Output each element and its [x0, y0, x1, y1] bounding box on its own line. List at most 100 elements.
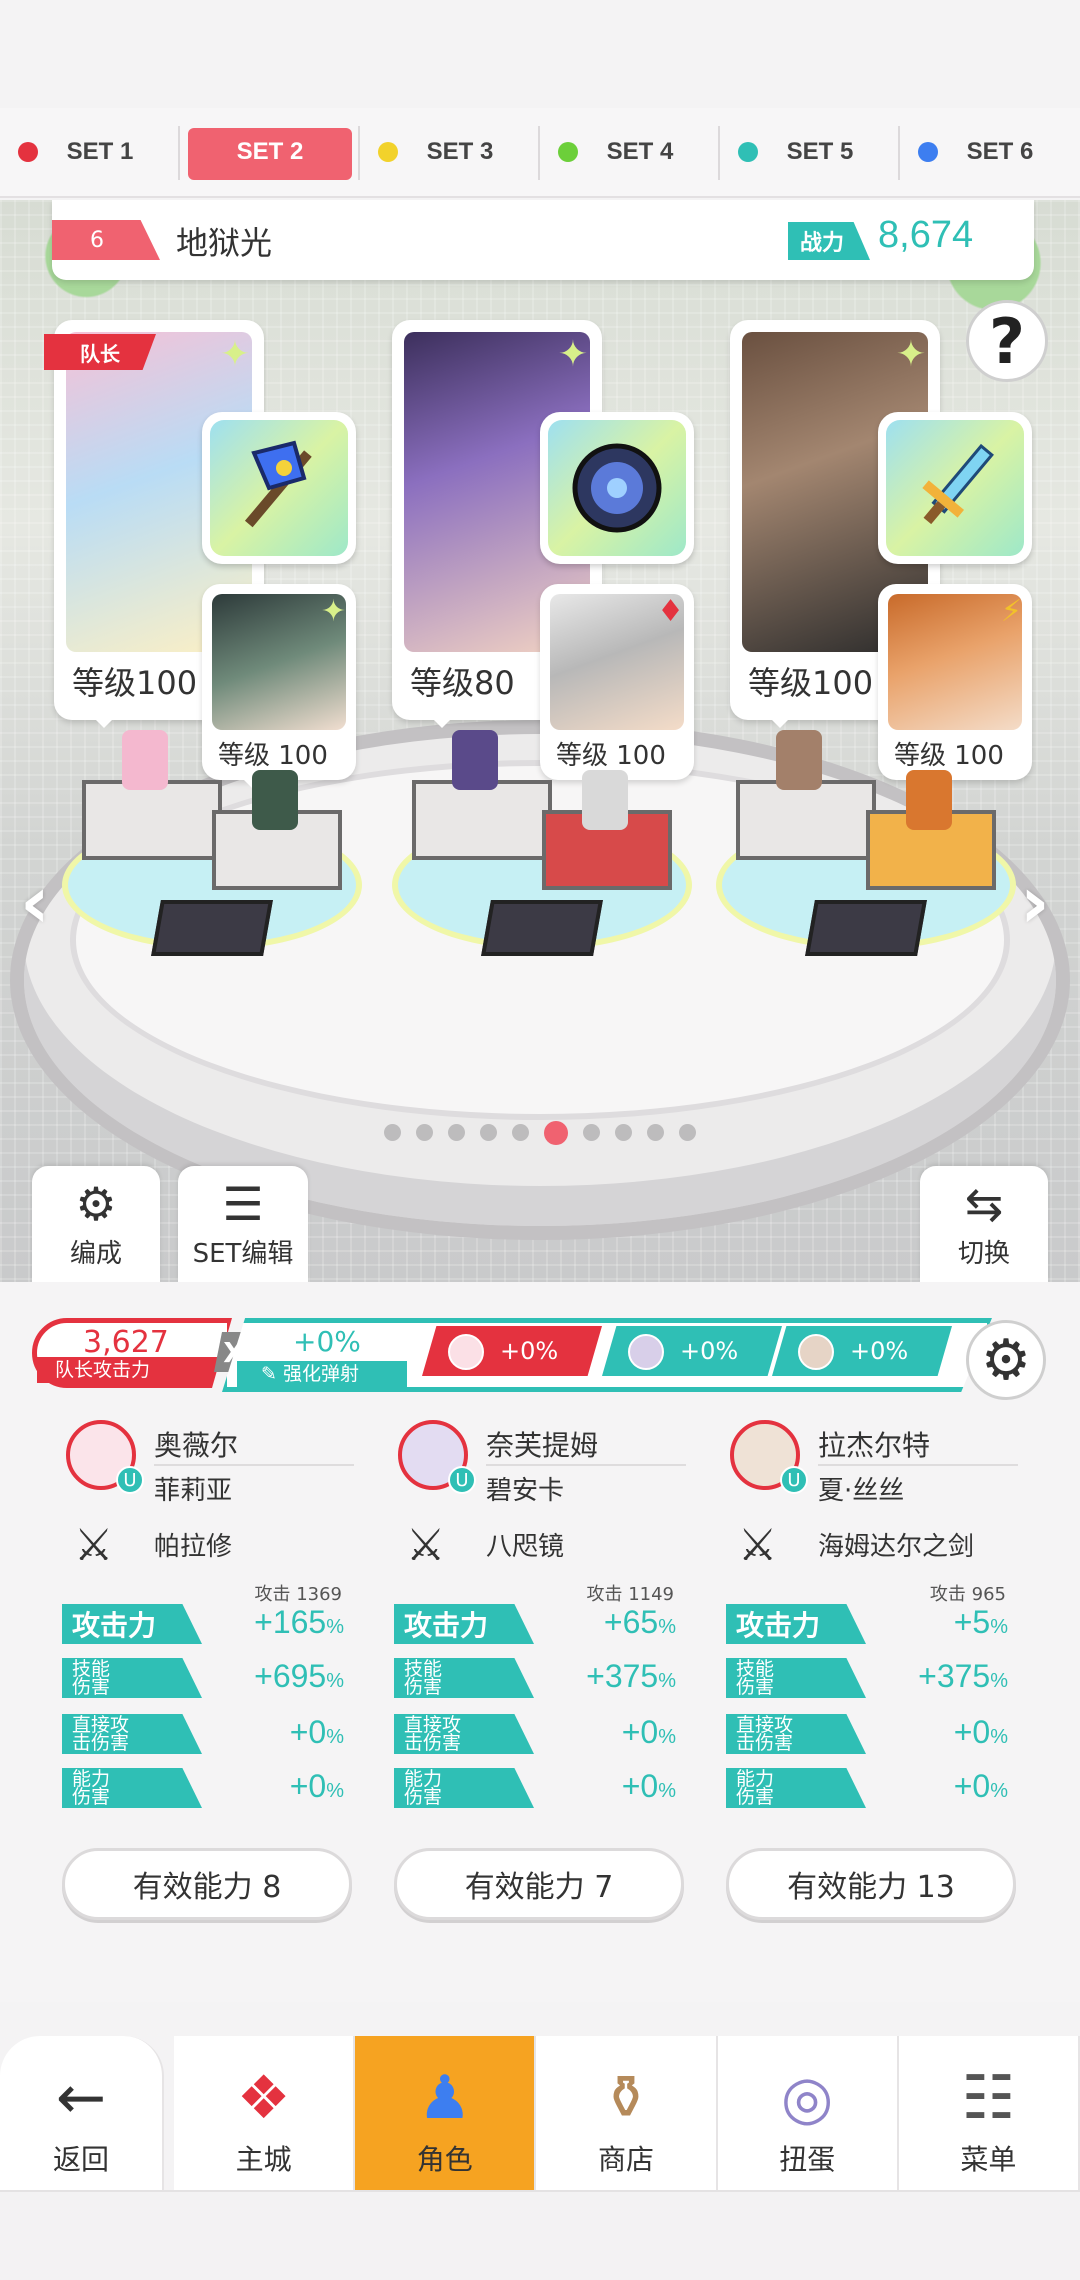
support-name: 夏·丝丝 [818, 1476, 905, 1506]
nav-label: 角色 [416, 2143, 473, 2176]
tab-set-4[interactable]: SET 4 [540, 108, 720, 196]
tab-set-1[interactable]: SET 1 [0, 108, 180, 196]
nav-menu[interactable]: ☷ 菜单 [898, 2036, 1080, 2190]
tab-label: SET 4 [606, 138, 674, 165]
character-name: 奈芙提姆 [486, 1429, 599, 1462]
avatar [448, 1334, 484, 1370]
effective-ability-button[interactable]: 有效能力 13 [726, 1848, 1016, 1920]
stat-row: 能力 伤害 +0% [62, 1764, 352, 1808]
team-name: 地狱光 [176, 224, 273, 262]
chevron-left-icon[interactable]: ‹ [20, 860, 50, 944]
raw-attack: 攻击 1369 [254, 1584, 342, 1605]
weapon-slot-2[interactable] [540, 412, 694, 564]
page-dot [416, 1124, 433, 1141]
support-character-2[interactable]: ♦ 等级 100 [540, 584, 694, 788]
stat-unit: % [326, 1780, 344, 1802]
page-dot [615, 1124, 632, 1141]
nav-gacha[interactable]: ◎ 扭蛋 [717, 2036, 899, 2190]
stat-value: +0% [622, 1768, 676, 1805]
stat-value: +65% [604, 1604, 676, 1641]
set-3-color-dot [378, 142, 398, 162]
stat-row: 攻击 1369 攻击力 +165% [62, 1584, 352, 1644]
nav-character[interactable]: ♟ 角色 [355, 2036, 537, 2190]
system-bar-area [0, 2190, 1080, 2280]
weapon-slot-3[interactable] [878, 412, 1032, 564]
stat-number: +165 [254, 1604, 327, 1640]
effective-ability-button[interactable]: 有效能力 8 [62, 1848, 352, 1920]
mirror-weapon-icon [548, 420, 686, 556]
tab-set-3[interactable]: SET 3 [360, 108, 540, 196]
stat-unit: % [990, 1726, 1008, 1748]
stat-row: 技能 伤害 +375% [394, 1654, 684, 1698]
sparkle-icon: ✦ [557, 334, 588, 375]
question-icon: ? [989, 304, 1025, 378]
power-value: 8,674 [878, 214, 974, 256]
tab-set-2[interactable]: SET 2 [180, 108, 360, 196]
reflect-value: +0% [293, 1325, 361, 1358]
stat-row: 攻击 965 攻击力 +5% [726, 1584, 1016, 1644]
raw-attack: 攻击 965 [929, 1584, 1006, 1605]
bonus-row: 3,627 队长攻击力 X +0% ✎ 强化弹射 +0% +0% +0% [32, 1318, 1032, 1394]
stat-value: +0% [954, 1768, 1008, 1805]
stat-label: 直接攻 击伤害 [62, 1714, 202, 1754]
team-header[interactable]: 6 地狱光 战力 8,674 [52, 200, 1034, 280]
shop-bag-icon: ⚱ [600, 2063, 652, 2133]
unique-badge: U [448, 1466, 476, 1494]
settings-button[interactable]: ⚙ [966, 1320, 1046, 1400]
weapon-stand [805, 900, 927, 956]
stat-number: +0 [621, 1714, 659, 1750]
help-button[interactable]: ? [966, 300, 1048, 382]
stat-row: 直接攻 击伤害 +0% [394, 1710, 684, 1754]
weapon-name: 海姆达尔之剑 [818, 1532, 975, 1562]
tab-set-6[interactable]: SET 6 [900, 108, 1080, 196]
effective-ability-button[interactable]: 有效能力 7 [394, 1848, 684, 1920]
stat-label: 技能 伤害 [394, 1658, 534, 1698]
support-name: 碧安卡 [486, 1476, 565, 1506]
page-dot [583, 1124, 600, 1141]
support-character-3[interactable]: ⚡ 等级 100 [878, 584, 1032, 788]
bottom-navigation: ← 返回 ❖ 主城 ♟ 角色 ⚱ 商店 ◎ 扭蛋 ☷ 菜单 [0, 2036, 1080, 2190]
divider [486, 1464, 686, 1466]
stat-row: 技能 伤害 +695% [62, 1654, 352, 1698]
set-5-color-dot [738, 142, 758, 162]
sparkle-icon: ✦ [895, 334, 926, 375]
unique-badge: U [780, 1466, 808, 1494]
raw-attack: 攻击 1149 [586, 1584, 674, 1605]
list-icon: ☰ [222, 1177, 264, 1231]
stat-unit: % [326, 1726, 344, 1748]
support-name: 菲莉亚 [154, 1476, 233, 1506]
weapon-stand [481, 900, 603, 956]
character-level: 等级100 [748, 658, 874, 704]
stat-number: +5 [953, 1604, 991, 1640]
nav-label: 菜单 [960, 2143, 1017, 2176]
support-character-1[interactable]: ✦ 等级 100 [202, 584, 356, 788]
formation-button[interactable]: ⚙ 编成 [32, 1166, 160, 1282]
person-gear-icon: ⚙ [75, 1177, 117, 1231]
leader-attack-value: 3,627 [83, 1325, 169, 1360]
set-edit-button[interactable]: ☰ SET编辑 [178, 1166, 308, 1282]
page-dot [448, 1124, 465, 1141]
pedestal-1 [62, 730, 362, 960]
tab-set-5[interactable]: SET 5 [720, 108, 900, 196]
stat-label: 直接攻 击伤害 [394, 1714, 534, 1754]
stat-value: +375% [918, 1658, 1008, 1695]
nav-castle[interactable]: ❖ 主城 [174, 2036, 356, 2190]
character-bonus-chip: +0% [772, 1326, 952, 1376]
diamond-icon: ♦ [657, 594, 684, 629]
chibi-support [582, 770, 628, 830]
tab-label: SET 6 [966, 138, 1034, 165]
weapon-slot-1[interactable] [202, 412, 356, 564]
set-edit-label: SET编辑 [192, 1239, 294, 1269]
stat-number: +0 [953, 1768, 991, 1804]
nav-label: 扭蛋 [779, 2143, 836, 2176]
castle-icon: ❖ [236, 2063, 291, 2133]
switch-button[interactable]: ⇆ 切换 [920, 1166, 1048, 1282]
back-button[interactable]: ← 返回 [0, 2036, 164, 2190]
stat-row: 直接攻 击伤害 +0% [726, 1710, 1016, 1754]
stat-unit: % [658, 1616, 676, 1638]
nav-shop[interactable]: ⚱ 商店 [536, 2036, 718, 2190]
chevron-right-icon[interactable]: › [1020, 860, 1050, 944]
page-dot [384, 1124, 401, 1141]
character-level: 等级80 [410, 658, 515, 704]
character-name: 拉杰尔特 [818, 1429, 931, 1462]
